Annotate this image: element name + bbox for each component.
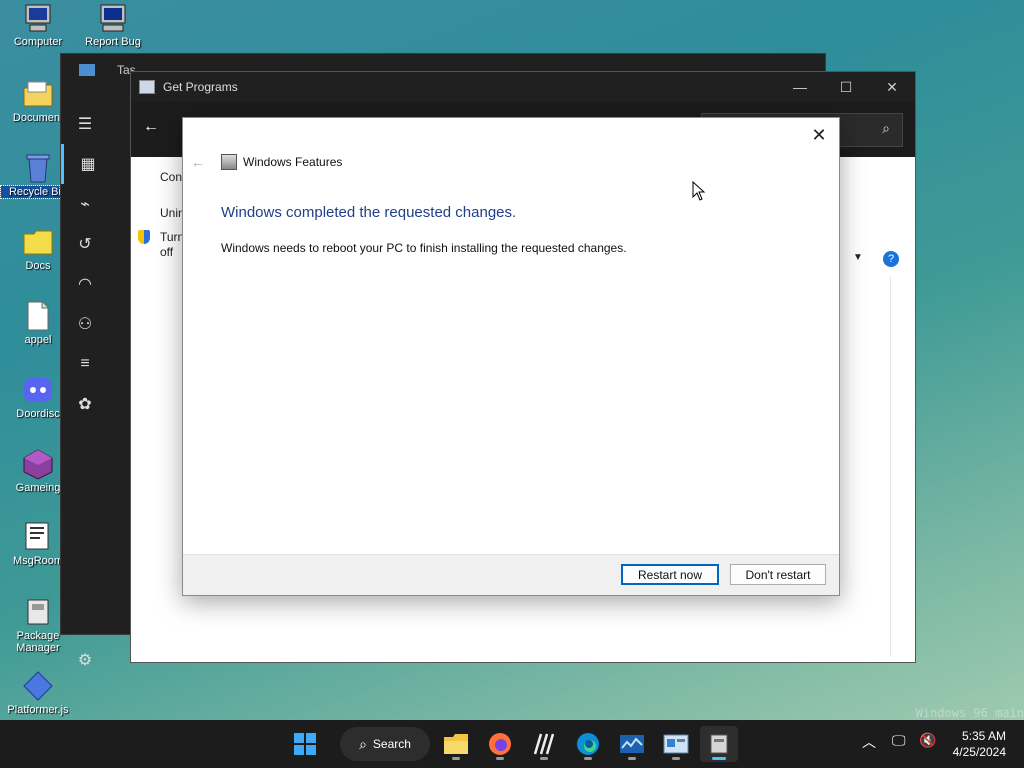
get-programs-title: Get Programs	[163, 80, 238, 94]
slashes-icon	[533, 733, 555, 755]
back-arrow-icon[interactable]: ←	[143, 118, 159, 136]
terminal-app-button[interactable]	[525, 726, 563, 762]
processes-icon[interactable]: ▦	[61, 144, 112, 184]
running-indicator	[672, 757, 680, 760]
computer-icon	[22, 2, 54, 34]
file-explorer-button[interactable]	[437, 726, 475, 762]
desktop-icon-label: Computer	[13, 36, 63, 48]
windows-features-button[interactable]	[700, 726, 738, 762]
firefox-icon	[489, 733, 511, 755]
get-programs-titlebar[interactable]: Get Programs — ☐ ✕	[131, 72, 915, 102]
diamond-icon	[22, 670, 54, 702]
search-icon: ⌕	[882, 120, 890, 136]
running-indicator	[452, 757, 460, 760]
dont-restart-button[interactable]: Don't restart	[730, 564, 826, 585]
settings-icon[interactable]: ⚙	[61, 640, 109, 680]
details-icon[interactable]: ≡	[61, 344, 109, 384]
restart-now-button[interactable]: Restart now	[621, 564, 719, 585]
sidebar-link-off[interactable]: off	[160, 245, 173, 259]
control-panel-button[interactable]	[657, 726, 695, 762]
recycle-bin-icon	[22, 152, 54, 184]
msgroom-icon	[22, 521, 54, 553]
clock-date: 4/25/2024	[952, 745, 1006, 759]
windows-features-icon	[221, 154, 237, 170]
file-icon	[22, 300, 54, 332]
task-manager-icon	[620, 735, 644, 753]
edge-button[interactable]	[569, 726, 607, 762]
close-button[interactable]: ✕	[869, 72, 915, 102]
task-manager-nav-rail: ☰ ▦ ⌁ ↺ ◠ ⚇ ≡ ✿ ⚙	[61, 104, 112, 669]
desktop-watermark: Windows 96 main	[915, 706, 1024, 720]
dialog-heading: Windows completed the requested changes.	[221, 204, 517, 221]
desktop-icon-label: Report Bug	[85, 36, 141, 48]
task-manager-app-icon	[79, 64, 95, 76]
start-button[interactable]	[286, 726, 324, 762]
users-icon[interactable]: ⚇	[61, 304, 109, 344]
active-indicator	[712, 757, 726, 760]
dialog-footer: Restart now Don't restart	[183, 554, 839, 595]
sidebar-link-turn-features[interactable]: Turn	[160, 230, 184, 244]
task-manager-button[interactable]	[613, 726, 651, 762]
chevron-up-icon[interactable]: ︿	[862, 732, 876, 752]
back-arrow-icon[interactable]: ←	[191, 154, 215, 170]
windows-features-icon	[710, 734, 728, 754]
dialog-header-title: Windows Features	[243, 155, 343, 169]
hamburger-menu-icon[interactable]: ☰	[61, 104, 109, 144]
app-history-icon[interactable]: ↺	[61, 224, 109, 264]
discord-icon	[22, 374, 54, 406]
sidebar-link-uninstall[interactable]: Unin	[160, 206, 185, 220]
taskbar-clock[interactable]: 5:35 AM 4/25/2024	[953, 728, 1006, 760]
folder-icon	[22, 78, 54, 110]
help-icon[interactable]: ?	[883, 251, 899, 267]
windows-logo-icon	[294, 733, 316, 755]
mouse-cursor-icon	[692, 180, 706, 206]
running-indicator	[584, 757, 592, 760]
report-bug-icon	[97, 2, 129, 34]
shield-icon	[138, 230, 150, 244]
game-cube-icon	[22, 448, 54, 480]
desktop-icon-computer[interactable]: Computer	[1, 2, 75, 48]
control-panel-icon	[139, 80, 155, 94]
running-indicator	[496, 757, 504, 760]
scrollbar-track[interactable]	[890, 277, 891, 657]
desktop-icon-label: Platformer.js	[7, 704, 69, 716]
dropdown-chevron-icon[interactable]: ▼	[853, 252, 863, 263]
network-icon[interactable]: 🖵	[892, 732, 906, 749]
performance-icon[interactable]: ⌁	[61, 184, 109, 224]
services-icon[interactable]: ✿	[61, 384, 109, 424]
minimize-button[interactable]: —	[777, 72, 823, 102]
package-icon	[22, 596, 54, 628]
running-indicator	[628, 757, 636, 760]
dialog-header: ← Windows Features	[191, 154, 342, 170]
file-explorer-icon	[444, 734, 468, 754]
volume-muted-icon[interactable]: 🔇	[919, 732, 936, 749]
startup-apps-icon[interactable]: ◠	[61, 264, 109, 304]
running-indicator	[540, 757, 548, 760]
search-icon: ⌕	[359, 735, 367, 752]
folder-icon	[22, 226, 54, 258]
control-panel-icon	[663, 734, 689, 754]
dialog-message: Windows needs to reboot your PC to finis…	[221, 241, 627, 255]
taskbar-search-button[interactable]: ⌕ Search	[340, 727, 430, 761]
edge-icon	[577, 733, 599, 755]
windows-features-dialog[interactable]: ✕ ← Windows Features Windows completed t…	[182, 117, 840, 596]
taskbar-search-label: Search	[372, 737, 411, 751]
desktop-icon-report-bug[interactable]: Report Bug	[76, 2, 150, 48]
clock-time: 5:35 AM	[961, 729, 1006, 743]
firefox-button[interactable]	[481, 726, 519, 762]
maximize-button[interactable]: ☐	[823, 72, 869, 102]
dialog-close-button[interactable]: ✕	[805, 122, 833, 148]
taskbar: ⌕ Search ︿ 🖵 🔇 5:35 AM 4/25/2024	[0, 720, 1024, 768]
